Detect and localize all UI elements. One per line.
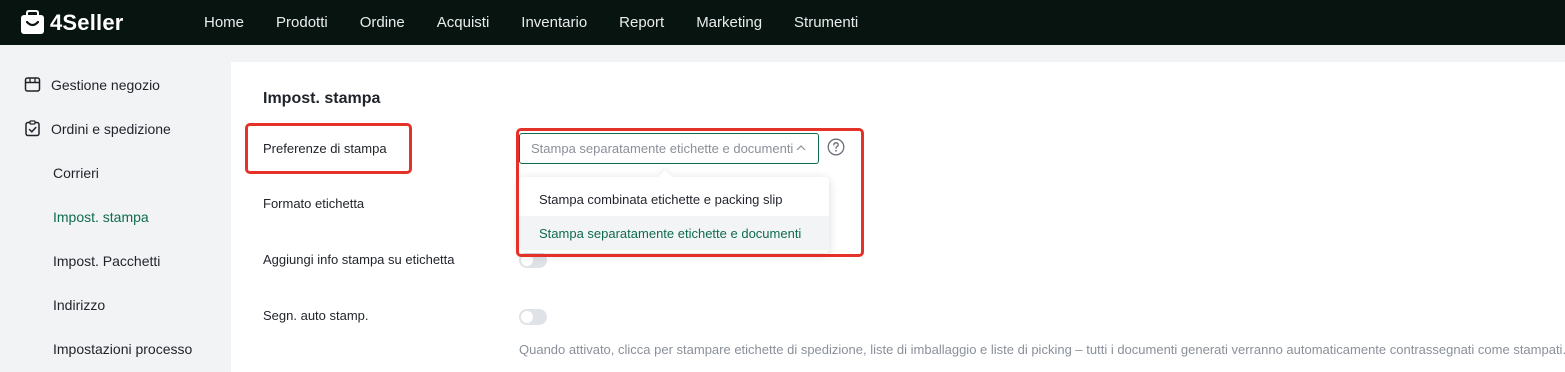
brand-logo[interactable]: 4Seller [20,10,204,36]
sidebar-item-impost-pacchetti[interactable]: Impost. Pacchetti [53,253,160,269]
page-title: Impost. stampa [263,90,381,107]
sidebar-group-label: Gestione negozio [51,76,160,93]
sidebar-group-gestione-negozio[interactable]: Gestione negozio [24,76,160,93]
sidebar-item-corrieri[interactable]: Corrieri [53,165,99,181]
sidebar-group-label: Ordini e spedizione [51,120,171,137]
sidebar-item-impost-stampa[interactable]: Impost. stampa [53,209,149,225]
sidebar: Gestione negozio Ordini e spedizione Cor… [0,62,230,372]
clipboard-icon [25,120,40,137]
nav-ordine[interactable]: Ordine [360,14,405,31]
auto-mark-printed-label: Segn. auto stamp. [263,308,369,323]
auto-mark-printed-toggle[interactable] [519,309,547,325]
store-icon [24,77,41,92]
shopping-bag-icon [21,10,44,34]
main-nav: Home Prodotti Ordine Acquisti Inventario… [204,14,890,31]
nav-prodotti[interactable]: Prodotti [276,14,328,31]
nav-strumenti[interactable]: Strumenti [794,14,858,31]
top-navigation-bar: 4Seller Home Prodotti Ordine Acquisti In… [0,0,1565,45]
sidebar-item-impostazioni-processo[interactable]: Impostazioni processo [53,341,192,357]
label-format-label: Formato etichetta [263,196,365,211]
add-print-info-label: Aggiungi info stampa su etichetta [263,252,455,267]
highlight-box-dropdown [516,128,864,257]
nav-home[interactable]: Home [204,14,244,31]
sidebar-group-ordini-spedizione[interactable]: Ordini e spedizione [24,120,171,137]
nav-acquisti[interactable]: Acquisti [437,14,490,31]
nav-marketing[interactable]: Marketing [696,14,762,31]
settings-panel: Impost. stampa Preferenze di stampa Form… [231,62,1565,372]
auto-mark-hint: Quando attivato, clicca per stampare eti… [519,342,1565,357]
nav-report[interactable]: Report [619,14,664,31]
brand-name: 4Seller [50,9,124,35]
highlight-box-label [245,123,412,174]
nav-inventario[interactable]: Inventario [521,14,587,31]
sidebar-item-indirizzo[interactable]: Indirizzo [53,297,105,313]
